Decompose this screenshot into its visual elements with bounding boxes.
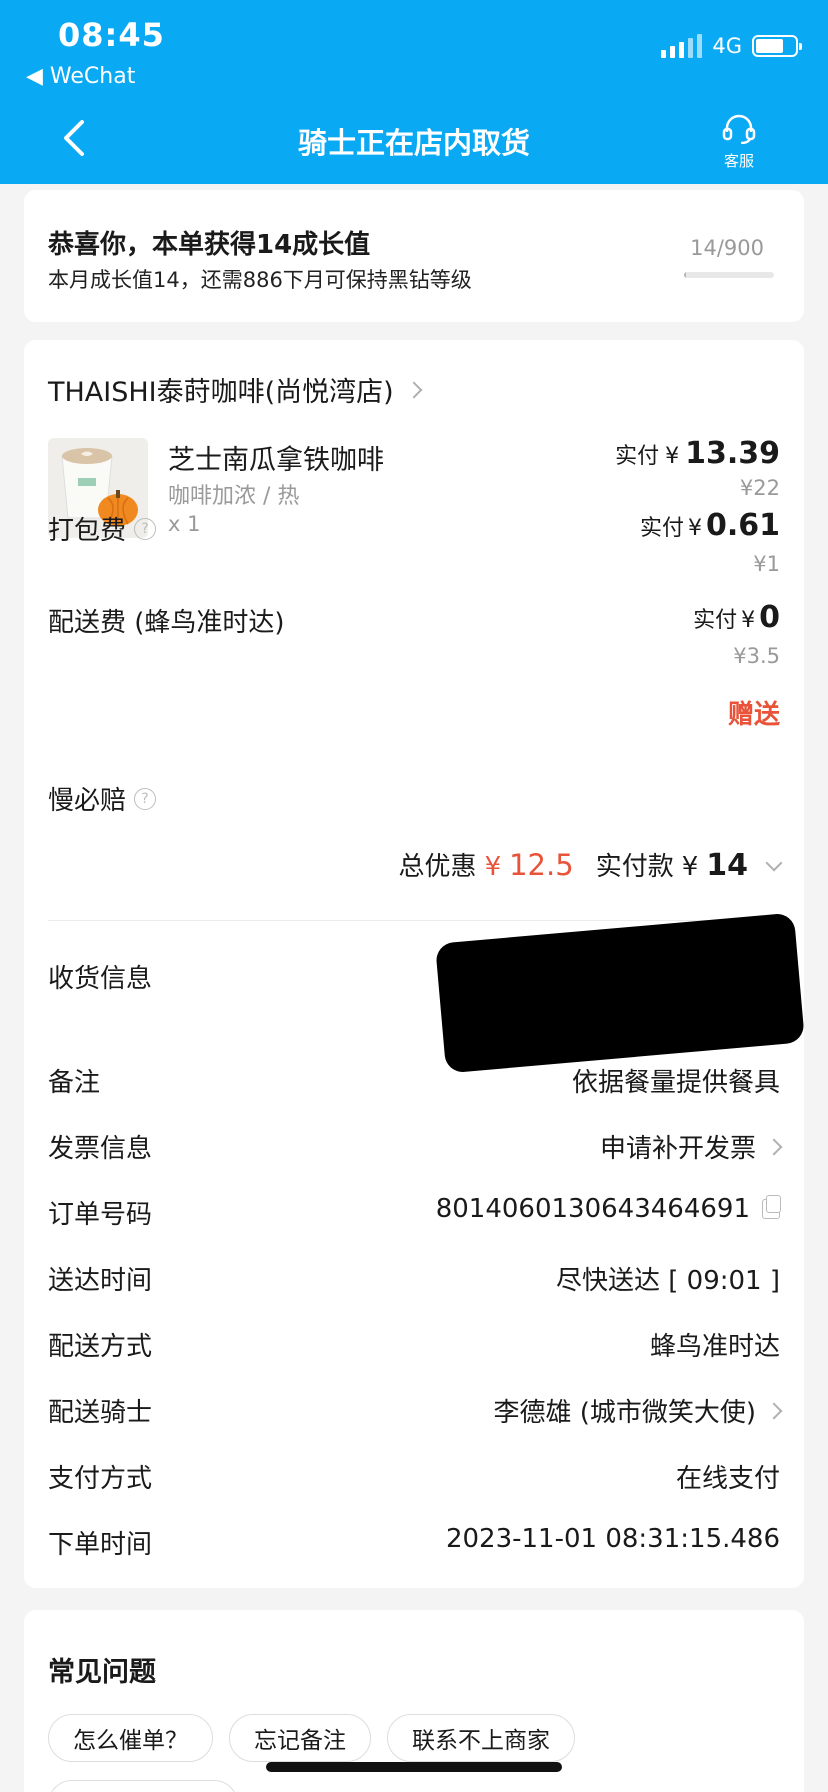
packing-fee-original: ¥1 bbox=[753, 552, 780, 576]
order-summary[interactable]: 总优惠 ¥ 12.5 实付款 ¥ 14 bbox=[398, 846, 783, 883]
order-time-value: 2023-11-01 08:31:15.486 bbox=[445, 1524, 780, 1554]
delivery-fee-original: ¥3.5 bbox=[733, 644, 780, 668]
store-link[interactable]: THAISHI泰莳咖啡(尚悦湾店) bbox=[48, 370, 423, 409]
growth-title: 恭喜你，本单获得14成长值 bbox=[48, 230, 371, 260]
currency-symbol: ¥ bbox=[665, 444, 680, 469]
headset-icon bbox=[722, 114, 756, 145]
currency-symbol: ¥ bbox=[741, 608, 756, 633]
delivery-method-label: 配送方式 bbox=[48, 1332, 153, 1362]
paid-amount: 0 bbox=[759, 600, 780, 635]
invoice-value[interactable]: 申请补开发票 bbox=[599, 1128, 783, 1165]
growth-count: 14/900 bbox=[690, 236, 764, 260]
order-card: THAISHI泰莳咖啡(尚悦湾店) 芝士南瓜拿铁咖啡 咖啡加浓 / 热 x 1 … bbox=[24, 340, 805, 1588]
invoice-label: 发票信息 bbox=[48, 1134, 153, 1164]
status-time: 08:45 bbox=[58, 16, 165, 54]
total-amount: 14 bbox=[706, 848, 748, 883]
rider-value[interactable]: 李德雄 (城市微笑大使) bbox=[493, 1392, 783, 1429]
delivery-time-label: 送达时间 bbox=[48, 1266, 153, 1296]
store-name: THAISHI泰莳咖啡(尚悦湾店) bbox=[48, 377, 394, 408]
paid-amount: 0.61 bbox=[705, 508, 780, 543]
payment-method-label: 支付方式 bbox=[48, 1464, 153, 1494]
customer-service-label: 客服 bbox=[723, 152, 754, 170]
order-number-text: 8014060130643464691 bbox=[435, 1194, 750, 1224]
chevron-right-icon bbox=[765, 1402, 783, 1419]
remark-label: 备注 bbox=[48, 1068, 101, 1098]
back-to-wechat-link[interactable]: ◀ WeChat bbox=[26, 64, 135, 89]
faq-chip-partial[interactable] bbox=[48, 1780, 238, 1792]
delivery-fee-row: 配送费 (蜂鸟准时达) 实付 ¥ 0 ¥3.5 bbox=[48, 600, 780, 668]
signal-icon bbox=[661, 34, 703, 58]
divider bbox=[48, 920, 780, 921]
battery-icon bbox=[752, 35, 802, 57]
chevron-right-icon bbox=[405, 381, 423, 398]
address-label: 收货信息 bbox=[48, 964, 153, 994]
product-name: 芝士南瓜拿铁咖啡 bbox=[168, 445, 384, 476]
order-number-value: 8014060130643464691 bbox=[435, 1194, 781, 1224]
copy-icon[interactable] bbox=[762, 1195, 781, 1219]
status-indicators: 4G bbox=[661, 34, 802, 58]
paid-label: 实付 bbox=[639, 516, 684, 541]
slow-pay-value: 赠送 bbox=[727, 700, 780, 730]
faq-chip-list: 怎么催单？ 忘记备注 联系不上商家 bbox=[48, 1714, 575, 1762]
discount-currency: ¥ bbox=[484, 852, 502, 882]
network-label: 4G bbox=[712, 34, 742, 58]
packing-fee-paid: 实付 ¥ 0.61 bbox=[640, 508, 780, 543]
total-label: 实付款 bbox=[595, 852, 674, 882]
page-title: 骑士正在店内取货 bbox=[297, 126, 530, 160]
header-bar: 08:45 ◀ WeChat 4G 骑士正在店内取货 客服 bbox=[0, 0, 828, 184]
faq-chip[interactable]: 忘记备注 bbox=[229, 1714, 371, 1762]
paid-label: 实付 bbox=[615, 444, 660, 469]
customer-service-button[interactable]: 客服 bbox=[708, 114, 770, 171]
currency-symbol: ¥ bbox=[687, 516, 702, 541]
question-icon[interactable]: ? bbox=[134, 787, 157, 810]
growth-progress-bar bbox=[684, 272, 774, 278]
fee-label-text: 打包费 bbox=[48, 516, 127, 546]
chevron-down-icon bbox=[765, 854, 783, 872]
faq-chip[interactable]: 怎么催单？ bbox=[48, 1714, 213, 1762]
growth-progress-fill bbox=[684, 272, 686, 278]
growth-subtitle: 本月成长值14，还需886下月可保持黑钻等级 bbox=[48, 268, 472, 292]
packing-fee-row: 打包费 ? 实付 ¥ 0.61 ¥1 bbox=[48, 508, 780, 576]
order-number-label: 订单号码 bbox=[48, 1200, 153, 1230]
slow-pay-row: 慢必赔 ? 赠送 bbox=[48, 700, 780, 817]
delivery-fee-label: 配送费 (蜂鸟准时达) bbox=[48, 608, 285, 638]
question-icon[interactable]: ? bbox=[134, 517, 157, 540]
order-time-label: 下单时间 bbox=[48, 1530, 153, 1560]
total-currency: ¥ bbox=[681, 852, 699, 882]
home-indicator bbox=[266, 1762, 562, 1772]
paid-label: 实付 bbox=[693, 608, 738, 633]
chevron-right-icon bbox=[765, 1138, 783, 1155]
delivery-time-value: 尽快送达 [ 09:01 ] bbox=[555, 1266, 780, 1296]
discount-amount: 12.5 bbox=[509, 848, 574, 882]
product-paid-price: 实付 ¥ 13.39 bbox=[615, 436, 780, 471]
delivery-method-value: 蜂鸟准时达 bbox=[649, 1332, 780, 1362]
product-original-price: ¥22 bbox=[739, 476, 780, 500]
delivery-fee-paid: 实付 ¥ 0 bbox=[693, 600, 780, 635]
payment-method-value: 在线支付 bbox=[675, 1464, 780, 1494]
slow-pay-label-text: 慢必赔 bbox=[48, 786, 127, 816]
redacted-address bbox=[435, 912, 805, 1074]
invoice-value-text: 申请补开发票 bbox=[599, 1134, 756, 1164]
growth-card: 恭喜你，本单获得14成长值 本月成长值14，还需886下月可保持黑钻等级 14/… bbox=[24, 190, 804, 322]
rider-value-text: 李德雄 (城市微笑大使) bbox=[493, 1398, 756, 1428]
slow-pay-label: 慢必赔 ? bbox=[48, 780, 780, 817]
remark-value: 依据餐量提供餐具 bbox=[571, 1068, 780, 1098]
discount-label: 总优惠 bbox=[398, 852, 477, 882]
product-spec: 咖啡加浓 / 热 bbox=[168, 484, 300, 509]
faq-title: 常见问题 bbox=[48, 1657, 156, 1688]
faq-chip[interactable]: 联系不上商家 bbox=[387, 1714, 575, 1762]
rider-label: 配送骑士 bbox=[48, 1398, 153, 1428]
paid-amount: 13.39 bbox=[685, 436, 780, 471]
